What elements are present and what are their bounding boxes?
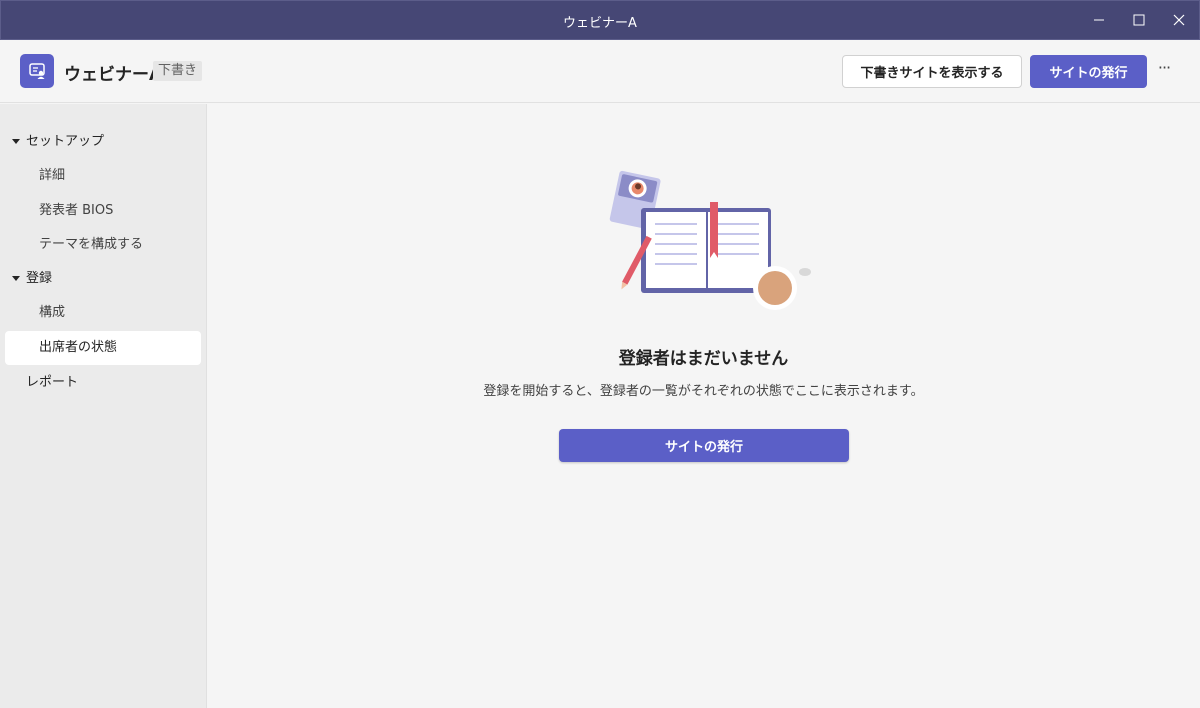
sidebar-item-label: レポート xyxy=(26,375,79,390)
sidebar-item-label: 発表者 BIOS xyxy=(39,203,114,218)
status-badge: 下書き xyxy=(153,61,203,81)
sidebar-item-label: テーマを構成する xyxy=(39,237,144,252)
close-button[interactable] xyxy=(1156,1,1200,39)
webinar-app-icon xyxy=(20,54,54,88)
main-content: 登録者はまだいません 登録を開始すると、登録者の一覧がそれぞれの状態でここに表示… xyxy=(207,104,1200,708)
sidebar-item-details[interactable]: 詳細 xyxy=(5,159,201,193)
empty-state-title: 登録者はまだいません xyxy=(618,349,789,369)
sidebar-group-setup[interactable]: セットアップ xyxy=(5,125,201,159)
sidebar-item-label: 構成 xyxy=(39,305,66,320)
sidebar-group-label: 登録 xyxy=(26,271,53,286)
sidebar-item-label: 詳細 xyxy=(39,168,66,183)
sidebar-item-label: 出席者の状態 xyxy=(39,340,118,355)
publish-site-main-button[interactable]: サイトの発行 xyxy=(559,429,849,462)
view-draft-site-button[interactable]: 下書きサイトを表示する xyxy=(842,55,1022,88)
sidebar-item-configure-theme[interactable]: テーマを構成する xyxy=(5,228,201,262)
minimize-icon xyxy=(1094,19,1104,21)
caret-down-icon xyxy=(12,139,20,144)
publish-site-button[interactable]: サイトの発行 xyxy=(1030,55,1147,88)
sidebar: セットアップ 詳細 発表者 BIOS テーマを構成する 登録 構成 出席者の状態… xyxy=(0,104,207,708)
page-title: ウェビナーA xyxy=(64,65,163,85)
close-icon xyxy=(1173,14,1185,26)
sidebar-group-registration[interactable]: 登録 xyxy=(5,262,201,296)
window-titlebar: ウェビナーA xyxy=(0,0,1200,40)
more-options-icon[interactable]: ··· xyxy=(1152,58,1176,82)
sidebar-item-report[interactable]: レポート xyxy=(5,366,201,400)
window-title: ウェビナーA xyxy=(563,16,637,31)
sidebar-group-label: セットアップ xyxy=(26,134,105,149)
caret-down-icon xyxy=(12,276,20,281)
empty-state-description: 登録を開始すると、登録者の一覧がそれぞれの状態でここに表示されます。 xyxy=(483,384,924,399)
sidebar-item-presenter-bios[interactable]: 発表者 BIOS xyxy=(5,194,201,228)
empty-state-illustration xyxy=(609,170,811,310)
sidebar-item-configuration[interactable]: 構成 xyxy=(5,296,201,330)
maximize-icon xyxy=(1133,14,1145,26)
page-header: ウェビナーA 下書き 下書きサイトを表示する サイトの発行 ··· xyxy=(0,40,1200,103)
sidebar-item-attendee-status[interactable]: 出席者の状態 xyxy=(5,331,201,365)
